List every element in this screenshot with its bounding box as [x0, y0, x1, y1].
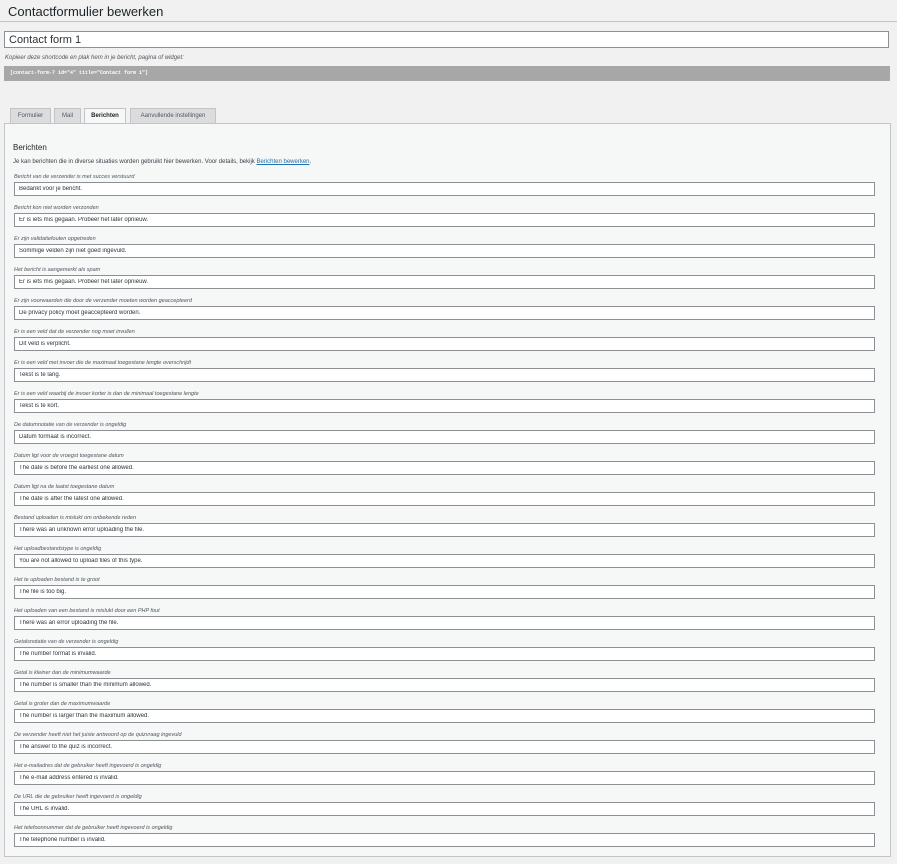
message-label: Het e-mailadres dat de gebruiker heeft i…	[14, 763, 162, 769]
message-input[interactable]	[14, 213, 875, 227]
message-input[interactable]	[14, 554, 875, 568]
message-input[interactable]	[14, 430, 875, 444]
message-input[interactable]	[14, 709, 875, 723]
title-divider	[0, 21, 897, 22]
message-input[interactable]	[14, 833, 875, 847]
message-label: Datum ligt na de laatst toegestane datum	[14, 484, 115, 490]
message-label: Er zijn validatiefouten opgetreden	[14, 236, 96, 242]
message-input[interactable]	[14, 306, 875, 320]
message-label: Het te uploaden bestand is te groot	[14, 577, 100, 583]
message-input[interactable]	[14, 647, 875, 661]
tab-berichten[interactable]: Berichten	[84, 108, 126, 124]
message-input[interactable]	[14, 368, 875, 382]
berichten-bewerken-link[interactable]: Berichten bewerken	[256, 159, 309, 165]
message-label: Het telefoonnummer dat de gebruiker heef…	[14, 825, 173, 831]
section-description-text: Je kan berichten die in diverse situatie…	[13, 159, 257, 165]
message-label: De datumnotatie van de verzender is onge…	[14, 422, 127, 428]
page-title: Contactformulier bewerken	[8, 4, 164, 19]
message-label: Getal is kleiner dan de minimumwaarde	[14, 670, 111, 676]
tab-mail[interactable]: Mail	[54, 108, 81, 123]
message-label: Er is een veld waarbij de invoer korter …	[14, 391, 199, 397]
message-input[interactable]	[14, 771, 875, 785]
shortcode-box[interactable]: [contact-form-7 id="4" title="Contact fo…	[4, 66, 890, 81]
message-label: Datum ligt voor de vroegst toegestane da…	[14, 453, 124, 459]
message-label: Getalsnotatie van de verzender is ongeld…	[14, 639, 119, 645]
message-label: Bericht kon niet worden verzonden	[14, 205, 99, 211]
message-label: De URL die de gebruiker heeft ingevoerd …	[14, 794, 142, 800]
message-input[interactable]	[14, 678, 875, 692]
message-input[interactable]	[14, 399, 875, 413]
message-label: De verzender heeft niet het juiste antwo…	[14, 732, 182, 738]
shortcode-text[interactable]: [contact-form-7 id="4" title="Contact fo…	[10, 70, 148, 76]
message-label: Bestand uploaden is mislukt om onbekende…	[14, 515, 136, 521]
message-input[interactable]	[14, 740, 875, 754]
message-input[interactable]	[14, 802, 875, 816]
message-label: Het uploadbestandstype is ongeldig	[14, 546, 102, 552]
message-input[interactable]	[14, 523, 875, 537]
shortcode-hint: Kopieer deze shortcode en plak hem in je…	[5, 55, 184, 61]
message-input[interactable]	[14, 244, 875, 258]
message-input[interactable]	[14, 616, 875, 630]
message-label: Er is een veld met invoer die de maximaa…	[14, 360, 192, 366]
tab-aanvullende-instellingen[interactable]: Aanvullende instellingen	[130, 108, 216, 123]
section-description: Je kan berichten die in diverse situatie…	[13, 159, 311, 165]
message-input[interactable]	[14, 492, 875, 506]
message-input[interactable]	[14, 461, 875, 475]
message-label: Er is een veld dat de verzender nog moet…	[14, 329, 135, 335]
message-label: Het bericht is aangemerkt als spam	[14, 267, 101, 273]
message-label: Er zijn voorwaarden die door de verzende…	[14, 298, 192, 304]
message-input[interactable]	[14, 182, 875, 196]
message-label: Bericht van de verzender is met succes v…	[14, 174, 135, 180]
form-title-input[interactable]	[4, 31, 889, 48]
message-label: Het uploaden van een bestand is mislukt …	[14, 608, 160, 614]
section-description-end: .	[309, 159, 312, 165]
message-input[interactable]	[14, 275, 875, 289]
message-input[interactable]	[14, 585, 875, 599]
tab-formulier[interactable]: Formulier	[10, 108, 51, 123]
section-title: Berichten	[13, 143, 47, 152]
message-label: Getal is groter dan de maximumwaarde	[14, 701, 111, 707]
messages-panel: Berichten Je kan berichten die in divers…	[4, 123, 891, 857]
message-input[interactable]	[14, 337, 875, 351]
